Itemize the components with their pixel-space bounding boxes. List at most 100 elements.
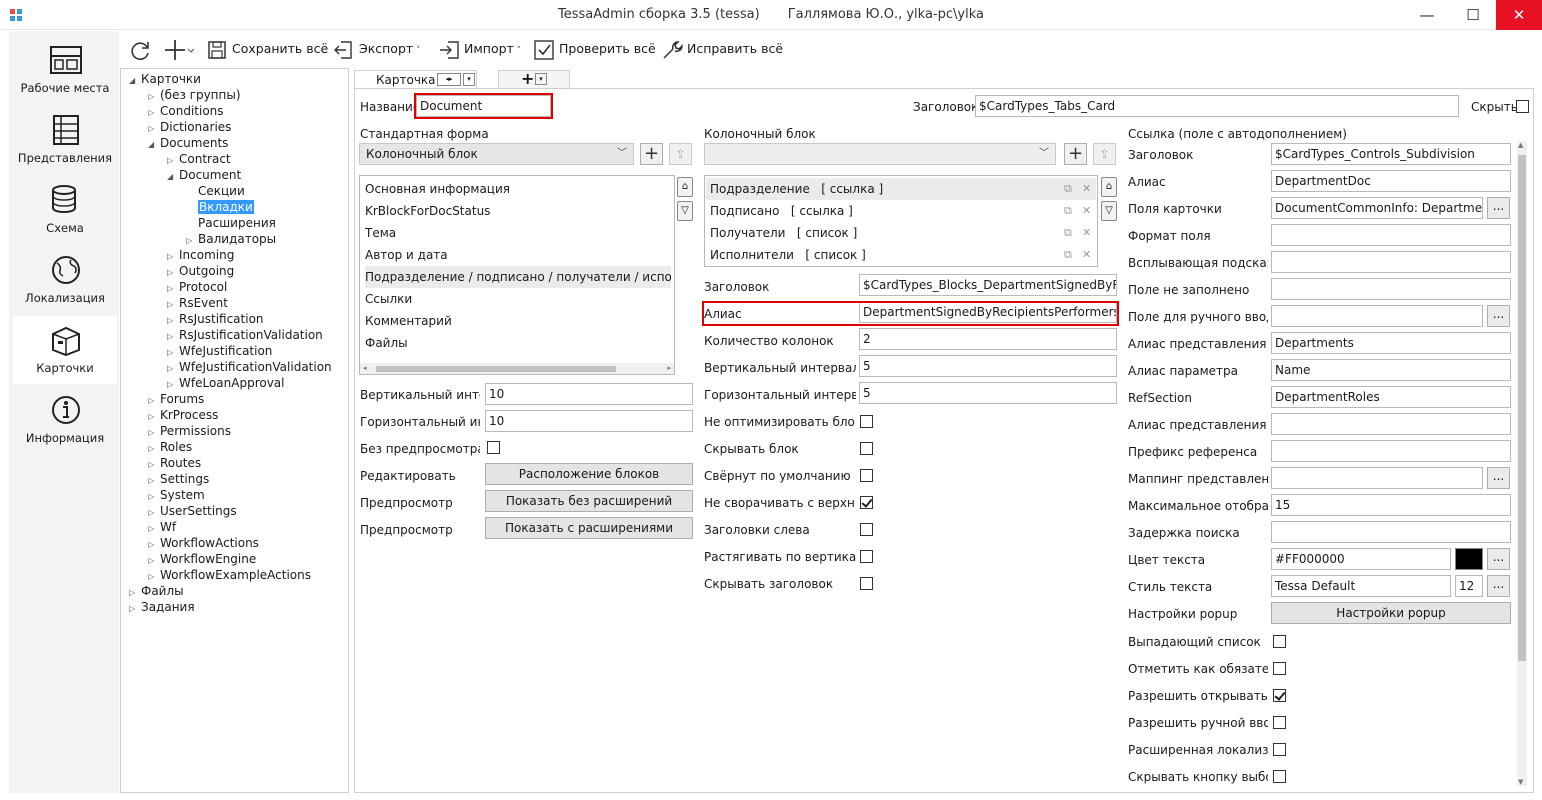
property-option-checkbox[interactable] xyxy=(1273,662,1286,675)
tab-add-dropdown-icon[interactable]: ▾ xyxy=(535,73,547,85)
tree-node[interactable]: ◢ Карточки xyxy=(129,71,201,87)
block-list-item[interactable]: Комментарий xyxy=(365,310,671,332)
tree-node[interactable]: ▷ (без группы) xyxy=(148,87,241,103)
block-field-input[interactable]: 5 xyxy=(859,355,1117,377)
fix-all-button[interactable]: Исправить всё xyxy=(661,37,783,61)
tree-node[interactable]: ◢ Document xyxy=(167,167,241,183)
property-input[interactable]: #FF000000 xyxy=(1271,548,1451,570)
browse-button[interactable]: ... xyxy=(1487,467,1510,489)
collapsed-arrow-icon[interactable]: ▷ xyxy=(129,601,141,617)
move-down-icon[interactable]: ▽ xyxy=(1101,201,1117,221)
sidebar-item-info[interactable]: Информация xyxy=(13,386,117,454)
scrollbar-thumb[interactable] xyxy=(1518,155,1526,661)
block-list-item[interactable]: Тема xyxy=(365,222,671,244)
tree-node[interactable]: ▷ RsJustificationValidation xyxy=(167,327,323,343)
sidebar-item-cards[interactable]: Карточки xyxy=(13,316,117,384)
property-option-checkbox[interactable] xyxy=(1273,635,1286,648)
save-all-button[interactable]: Сохранить всё xyxy=(206,37,328,61)
tree-node[interactable]: ▷ WorkflowEngine xyxy=(148,551,256,567)
block-option-checkbox[interactable] xyxy=(860,442,873,455)
preview-without-extensions-button[interactable]: Показать без расширений xyxy=(485,490,693,512)
control-list-item[interactable]: Подразделение [ ссылка ] ⧉ ✕ xyxy=(706,178,1096,200)
block-option-checkbox[interactable] xyxy=(860,496,873,509)
control-list-item[interactable]: Подписано [ ссылка ] ⧉ ✕ xyxy=(706,200,1096,222)
column-block-select[interactable]: ﹀ xyxy=(704,143,1056,165)
tree-node[interactable]: ▷ Dictionaries xyxy=(148,119,231,135)
close-button[interactable]: ✕ xyxy=(1496,0,1542,30)
expanded-arrow-icon[interactable]: ◢ xyxy=(129,73,141,89)
tree-node[interactable]: ▷ Conditions xyxy=(148,103,224,119)
import-form-button[interactable]: ⇪ xyxy=(669,143,692,165)
import-control-button[interactable]: ⇪ xyxy=(1093,143,1116,165)
hide-checkbox[interactable] xyxy=(1516,100,1529,113)
sidebar-item-localization[interactable]: Локализация xyxy=(13,246,117,314)
maximize-button[interactable]: ☐ xyxy=(1450,0,1496,30)
block-option-checkbox[interactable] xyxy=(860,415,873,428)
add-form-button[interactable]: + xyxy=(640,143,663,165)
tree-node[interactable]: ▷ WfeJustification xyxy=(167,343,272,359)
preview-with-extensions-button[interactable]: Показать с расширениями xyxy=(485,517,693,539)
tree-node[interactable]: ▷ Protocol xyxy=(167,279,227,295)
minimize-button[interactable]: — xyxy=(1404,0,1450,30)
tree-node[interactable]: ▷ Settings xyxy=(148,471,209,487)
caption-field[interactable]: $CardTypes_Tabs_Card xyxy=(975,95,1459,117)
popup-settings-button[interactable]: Настройки popup xyxy=(1271,602,1511,624)
copy-icon[interactable]: ⧉ xyxy=(1064,244,1072,266)
blocks-horizontal-scrollbar[interactable]: ◂ ▸ xyxy=(360,363,674,374)
property-input[interactable] xyxy=(1271,251,1511,273)
tree-node[interactable]: Секции xyxy=(186,183,245,199)
property-option-checkbox[interactable] xyxy=(1273,743,1286,756)
control-list-item[interactable]: Получатели [ список ] ⧉ ✕ xyxy=(706,222,1096,244)
browse-button[interactable]: ... xyxy=(1487,575,1510,597)
property-input[interactable]: DepartmentRoles xyxy=(1271,386,1511,408)
block-field-input[interactable]: 5 xyxy=(859,382,1117,404)
font-size-field[interactable]: 12 xyxy=(1455,575,1483,597)
block-list-item[interactable]: Подразделение / подписано / получатели /… xyxy=(365,266,671,288)
property-input[interactable]: DocumentCommonInfo: Department xyxy=(1271,197,1483,219)
browse-button[interactable]: ... xyxy=(1487,548,1510,570)
tab-dropdown-icon[interactable]: ▾ xyxy=(463,73,475,86)
tree-node[interactable]: ▷ Валидаторы xyxy=(186,231,276,247)
property-input[interactable] xyxy=(1271,440,1511,462)
block-list-item[interactable]: Автор и дата xyxy=(365,244,671,266)
properties-scrollbar[interactable]: ▲ ▼ xyxy=(1517,141,1527,786)
no-preview-checkbox[interactable] xyxy=(487,441,500,454)
block-list-item[interactable]: Основная информация xyxy=(365,178,671,200)
sidebar-item-views[interactable]: Представления xyxy=(13,106,117,174)
vert-interval-field[interactable]: 10 xyxy=(485,383,693,405)
property-input[interactable] xyxy=(1271,305,1483,327)
copy-icon[interactable]: ⧉ xyxy=(1064,178,1072,200)
property-option-checkbox[interactable] xyxy=(1273,689,1286,702)
sidebar-item-workplaces[interactable]: Рабочие места xyxy=(13,36,117,104)
layout-blocks-button[interactable]: Расположение блоков xyxy=(485,463,693,485)
property-input[interactable] xyxy=(1271,413,1511,435)
tree-node[interactable]: Расширения xyxy=(186,215,276,231)
color-swatch[interactable] xyxy=(1455,548,1483,570)
tree-node[interactable]: ▷ Routes xyxy=(148,455,201,471)
block-field-input[interactable]: 2 xyxy=(859,328,1117,350)
delete-icon[interactable]: ✕ xyxy=(1082,222,1091,244)
property-input[interactable]: Name xyxy=(1271,359,1511,381)
browse-button[interactable]: ... xyxy=(1487,197,1510,219)
delete-icon[interactable]: ✕ xyxy=(1082,244,1091,266)
block-option-checkbox[interactable] xyxy=(860,523,873,536)
tab-card[interactable]: Карточка ◂▸ ▾ xyxy=(354,70,477,89)
property-input[interactable]: Departments xyxy=(1271,332,1511,354)
sidebar-item-schema[interactable]: Схема xyxy=(13,176,117,244)
property-input[interactable]: DepartmentDoc xyxy=(1271,170,1511,192)
check-all-button[interactable]: Проверить всё xyxy=(533,37,656,61)
tree-node[interactable]: ▷ Roles xyxy=(148,439,192,455)
tree-node[interactable]: ▷ WorkflowActions xyxy=(148,535,259,551)
property-input[interactable]: 15 xyxy=(1271,494,1511,516)
tree-node[interactable]: ▷ RsJustification xyxy=(167,311,264,327)
refresh-button[interactable] xyxy=(128,37,152,61)
tree-node[interactable]: ▷ Задания xyxy=(129,599,195,615)
property-input[interactable] xyxy=(1271,224,1511,246)
tree-node[interactable]: ▷ WfeLoanApproval xyxy=(167,375,285,391)
property-input[interactable] xyxy=(1271,278,1511,300)
tree-node[interactable]: ▷ UserSettings xyxy=(148,503,237,519)
move-up-icon[interactable]: ⌂ xyxy=(677,177,693,197)
tree-node[interactable]: ▷ System xyxy=(148,487,205,503)
property-input[interactable] xyxy=(1271,521,1511,543)
property-input[interactable] xyxy=(1271,467,1483,489)
